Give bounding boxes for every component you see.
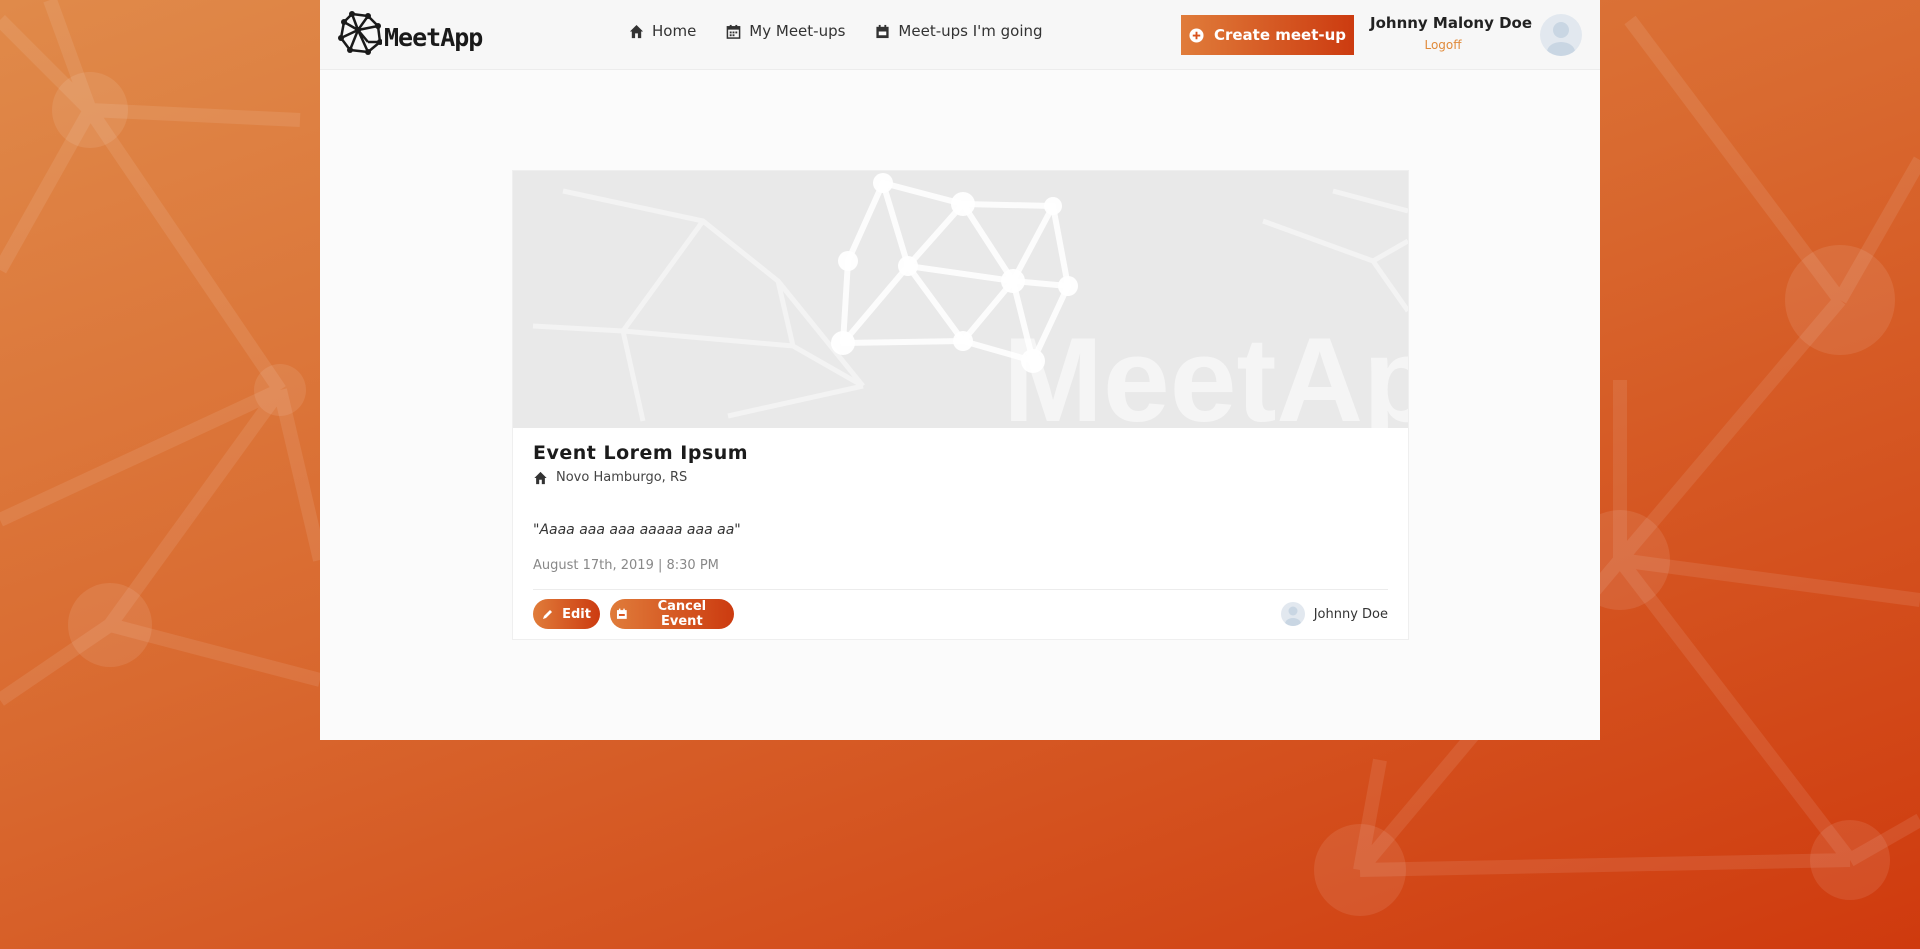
meetapp-banner-image: MeetAp	[532, 173, 1408, 428]
event-organizer: Johnny Doe	[1280, 602, 1388, 626]
logoff-link[interactable]: Logoff	[1370, 38, 1516, 52]
card-divider	[533, 589, 1388, 590]
create-meetup-label: Create meet-up	[1213, 26, 1347, 44]
brand-name: MeetApp	[384, 22, 483, 52]
calendar-icon	[726, 24, 741, 39]
event-location: Novo Hamburgo, RS	[533, 470, 687, 485]
network-logo-icon	[338, 11, 382, 55]
nav-item-meetups-going[interactable]: Meet-ups I'm going	[875, 22, 1043, 40]
calendar-x-icon	[616, 608, 627, 619]
calendar-check-icon	[876, 24, 890, 38]
create-meetup-button[interactable]: Create meet-up	[1181, 15, 1354, 55]
event-banner: MeetAp	[513, 171, 1408, 428]
user-menu: Johnny Malony Doe Logoff	[1370, 14, 1533, 52]
organizer-avatar	[1280, 602, 1305, 626]
nav-label-my-meetups: My Meet-ups	[749, 22, 846, 40]
nav-label-meetups-going: Meet-ups I'm going	[898, 22, 1043, 40]
meetapp-logo[interactable]: MeetApp	[338, 9, 483, 57]
event-location-text: Novo Hamburgo, RS	[556, 470, 688, 485]
edit-label: Edit	[562, 606, 591, 622]
cancel-event-label: Cancel Event	[657, 599, 707, 629]
main-panel: MeetApp Home My Meet-ups Meet-ups I'm go…	[320, 0, 1600, 740]
event-card: MeetAp Event Lorem Ipsum Novo Hamburgo, …	[512, 170, 1409, 640]
plus-circle-icon	[1189, 27, 1204, 43]
organizer-name: Johnny Doe	[1313, 606, 1388, 622]
nav-label-home: Home	[652, 22, 697, 40]
event-title: Event Lorem Ipsum	[533, 442, 749, 464]
top-navbar: MeetApp Home My Meet-ups Meet-ups I'm go…	[320, 0, 1600, 70]
home-icon	[629, 24, 644, 38]
nav-item-my-meetups[interactable]: My Meet-ups	[726, 22, 845, 40]
svg-text:MeetAp: MeetAp	[1003, 313, 1408, 428]
cancel-event-button[interactable]: Cancel Event	[610, 599, 734, 629]
user-name: Johnny Malony Doe	[1370, 14, 1533, 32]
default-user-icon	[1547, 22, 1575, 56]
default-user-icon	[1284, 606, 1301, 626]
event-description: "Aaaa aaa aaa aaaaa aaa aa"	[533, 522, 741, 538]
user-avatar[interactable]	[1540, 14, 1582, 56]
pencil-icon	[543, 610, 553, 619]
home-icon	[534, 471, 547, 484]
event-datetime: August 17th, 2019 | 8:30 PM	[533, 558, 719, 573]
edit-button[interactable]: Edit	[533, 599, 600, 629]
nav-item-home[interactable]: Home	[629, 22, 696, 40]
main-nav: Home My Meet-ups Meet-ups I'm going	[629, 22, 1043, 40]
